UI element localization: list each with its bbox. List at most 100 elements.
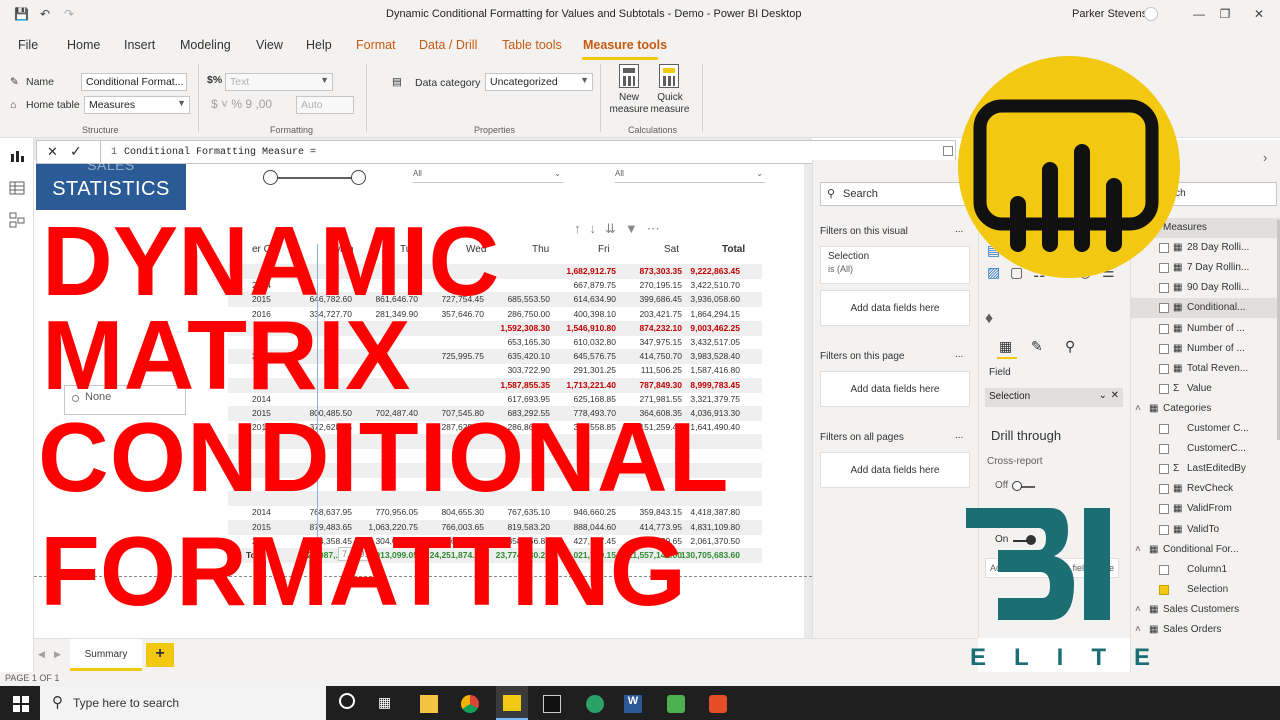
report-view-icon[interactable] bbox=[9, 148, 25, 164]
menu-view[interactable]: View bbox=[256, 38, 283, 52]
field-checkbox[interactable] bbox=[1159, 584, 1169, 595]
matrix-column-header[interactable]: Total bbox=[722, 244, 745, 255]
restore-icon[interactable]: ❐ bbox=[1218, 7, 1232, 21]
remove-field-icon[interactable]: ✕ bbox=[1111, 390, 1119, 401]
file-explorer-icon[interactable] bbox=[420, 695, 438, 713]
field-item[interactable]: ▦ Number of ... bbox=[1131, 319, 1280, 339]
field-item[interactable]: ▦ Number of ... bbox=[1131, 339, 1280, 359]
data-view-icon[interactable] bbox=[9, 180, 25, 196]
range-slider-handle-left[interactable] bbox=[263, 170, 278, 185]
field-checkbox[interactable] bbox=[1159, 564, 1169, 575]
prev-page-icon[interactable]: ◀ bbox=[38, 649, 45, 660]
field-checkbox[interactable] bbox=[1159, 484, 1169, 495]
menu-file[interactable]: File bbox=[18, 38, 38, 52]
chevron-down-icon[interactable]: ⌄ bbox=[1099, 390, 1107, 401]
add-fields-visual[interactable]: Add data fields here bbox=[820, 290, 970, 326]
recorder-icon[interactable] bbox=[709, 695, 727, 713]
app-green-icon[interactable] bbox=[586, 695, 604, 713]
menu-modeling[interactable]: Modeling bbox=[180, 38, 231, 52]
matrix-column-header[interactable]: Thu bbox=[532, 244, 549, 255]
field-checkbox[interactable] bbox=[1159, 303, 1169, 314]
new-measure-icon[interactable] bbox=[619, 64, 639, 88]
task-view-icon[interactable]: ▦ bbox=[378, 694, 391, 711]
field-table-item[interactable]: ˄ ▦ Sales Orders bbox=[1131, 620, 1280, 640]
user-name[interactable]: Parker Stevens bbox=[1072, 8, 1147, 20]
field-item[interactable]: CustomerC... bbox=[1131, 439, 1280, 459]
field-checkbox[interactable] bbox=[1159, 504, 1169, 515]
undo-icon[interactable]: ↶ bbox=[38, 7, 52, 21]
field-item[interactable]: ▦ ValidFrom bbox=[1131, 499, 1280, 519]
add-fields-page[interactable]: Add data fields here bbox=[820, 371, 970, 407]
range-slider-track[interactable] bbox=[270, 177, 360, 179]
field-checkbox[interactable] bbox=[1159, 444, 1169, 455]
field-checkbox[interactable] bbox=[1159, 283, 1169, 294]
powerbi-taskbar-active[interactable] bbox=[496, 686, 528, 720]
cross-report-toggle-knob[interactable] bbox=[1012, 481, 1022, 491]
avatar[interactable] bbox=[1144, 7, 1158, 21]
expand-formula-icon[interactable] bbox=[943, 146, 953, 156]
more-options-icon[interactable]: ... bbox=[955, 349, 963, 360]
field-table-item[interactable]: ˄ ▦ Categories bbox=[1131, 399, 1280, 419]
windows-start-icon[interactable] bbox=[12, 695, 30, 713]
menu-insert[interactable]: Insert bbox=[124, 38, 155, 52]
menu-table-tools[interactable]: Table tools bbox=[502, 38, 562, 52]
add-fields-all[interactable]: Add data fields here bbox=[820, 452, 970, 488]
number-format-buttons[interactable]: $ ˅ % 9 ,00 bbox=[211, 97, 272, 111]
cortana-icon[interactable] bbox=[339, 693, 355, 709]
field-checkbox[interactable] bbox=[1159, 464, 1169, 475]
menu-format[interactable]: Format bbox=[356, 38, 396, 52]
range-slider-handle-right[interactable] bbox=[351, 170, 366, 185]
matrix-column-header[interactable]: Sat bbox=[664, 244, 679, 255]
visual-header-icons[interactable]: ↑↓⇊▼⋯ bbox=[574, 221, 669, 237]
word-icon[interactable]: W bbox=[624, 695, 642, 713]
matrix-column-header[interactable]: Fri bbox=[598, 244, 610, 255]
redo-icon[interactable]: ↷ bbox=[62, 7, 76, 21]
minimize-icon[interactable]: — bbox=[1192, 7, 1206, 21]
taskbar-search-box[interactable]: ⚲ Type here to search bbox=[40, 686, 326, 720]
close-icon[interactable]: ✕ bbox=[1252, 7, 1266, 21]
add-page-button[interactable]: + bbox=[146, 643, 174, 667]
slicer-dropdown-1[interactable]: All ⌄ bbox=[413, 169, 563, 183]
chrome-icon[interactable] bbox=[461, 695, 479, 713]
field-well-selection[interactable]: Selection ⌄ ✕ bbox=[985, 388, 1123, 407]
chevron-up-icon[interactable]: ˄ bbox=[1135, 403, 1141, 414]
chevron-up-icon[interactable]: ˄ bbox=[1135, 604, 1141, 615]
next-page-icon[interactable]: ▶ bbox=[54, 649, 61, 660]
slicer-dropdown-2[interactable]: All ⌄ bbox=[615, 169, 765, 183]
home-table-select[interactable]: Measures ▼ bbox=[84, 96, 190, 114]
menu-home[interactable]: Home bbox=[67, 38, 100, 52]
format-select[interactable]: Text ▼ bbox=[225, 73, 333, 91]
field-table-item[interactable]: ˄ ▦ Sales Customers bbox=[1131, 600, 1280, 620]
fields-tab-icon[interactable]: ▦ bbox=[999, 338, 1012, 355]
model-view-icon[interactable] bbox=[9, 212, 25, 228]
page-tab-summary[interactable]: Summary bbox=[70, 639, 142, 671]
field-item[interactable]: ▦ Total Reven... bbox=[1131, 359, 1280, 379]
quick-measure-button[interactable]: Quick measure bbox=[650, 92, 690, 116]
field-item[interactable]: ▦ RevCheck bbox=[1131, 479, 1280, 499]
terminal-icon[interactable] bbox=[543, 695, 561, 713]
field-checkbox[interactable] bbox=[1159, 323, 1169, 334]
field-table-item[interactable]: ˄ ▦ Conditional For... bbox=[1131, 540, 1280, 560]
field-item[interactable]: Σ LastEditedBy bbox=[1131, 459, 1280, 479]
more-options-icon[interactable]: ... bbox=[955, 430, 963, 441]
analytics-icon[interactable]: ⚲ bbox=[1065, 338, 1075, 355]
field-item[interactable]: ▦ ValidTo bbox=[1131, 520, 1280, 540]
chevron-up-icon[interactable]: ˄ bbox=[1135, 624, 1141, 635]
quick-measure-icon[interactable] bbox=[659, 64, 679, 88]
decimal-places-input[interactable]: Auto bbox=[296, 96, 354, 114]
field-item[interactable]: Σ Value bbox=[1131, 379, 1280, 399]
field-checkbox[interactable] bbox=[1159, 343, 1169, 354]
filters-search-input[interactable]: ⚲ Search bbox=[820, 182, 980, 206]
chevron-up-icon[interactable]: ˄ bbox=[1135, 544, 1141, 555]
menu-help[interactable]: Help bbox=[306, 38, 332, 52]
field-checkbox[interactable] bbox=[1159, 383, 1169, 394]
new-measure-button[interactable]: New measure bbox=[609, 92, 649, 116]
format-paint-icon[interactable]: ✎ bbox=[1031, 338, 1043, 355]
field-item[interactable]: ▦ 90 Day Rolli... bbox=[1131, 278, 1280, 298]
field-checkbox[interactable] bbox=[1159, 424, 1169, 434]
camtasia-icon[interactable] bbox=[667, 695, 685, 713]
field-item[interactable]: Customer C... bbox=[1131, 419, 1280, 439]
custom-visual-icon[interactable]: ♦ bbox=[985, 310, 993, 328]
selection-filter-card[interactable]: Selection is (All) bbox=[820, 246, 970, 284]
save-icon[interactable]: 💾 bbox=[14, 7, 29, 21]
